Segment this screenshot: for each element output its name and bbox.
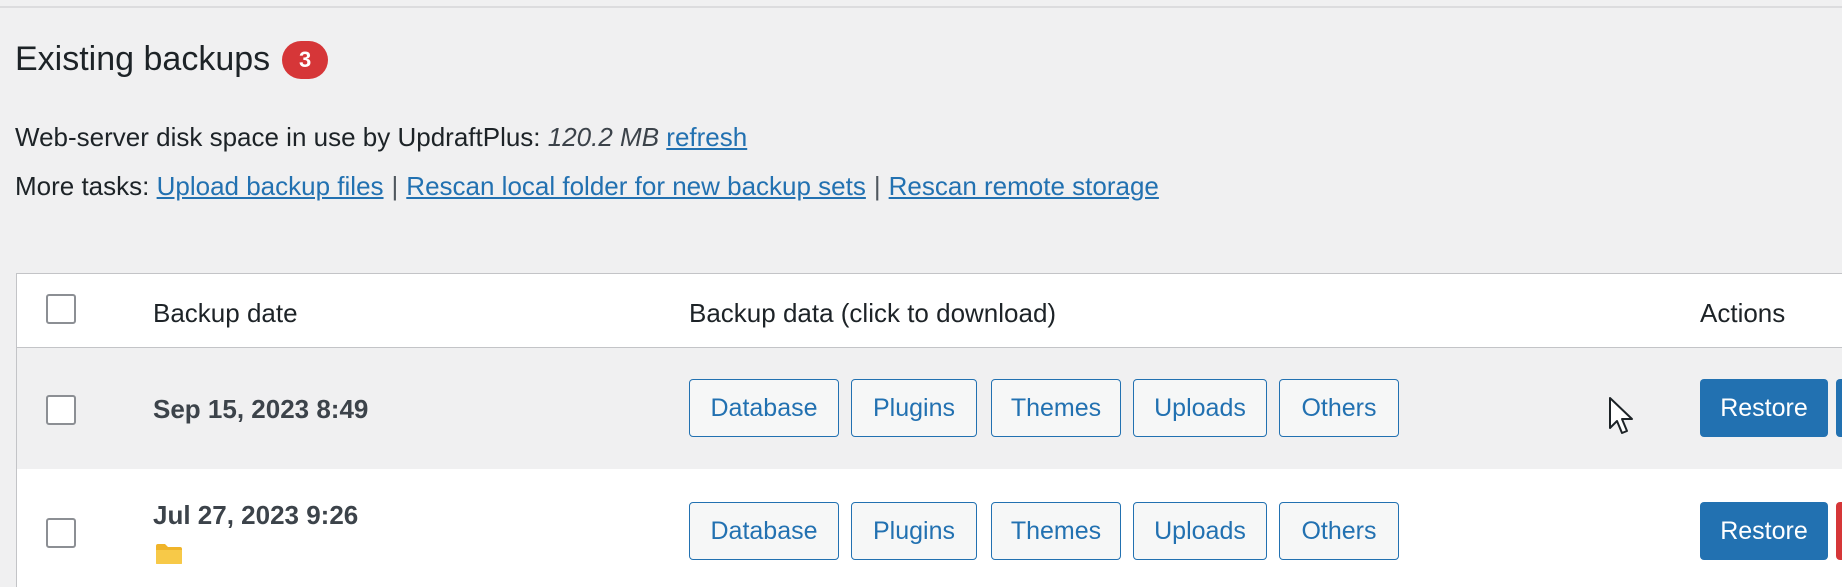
download-themes-button[interactable]: Themes <box>991 379 1121 437</box>
download-database-button[interactable]: Database <box>689 379 839 437</box>
backup-date: Sep 15, 2023 8:49 <box>153 394 369 424</box>
table-row: Sep 15, 2023 8:49 Database Plugins Theme… <box>17 348 1842 469</box>
download-plugins-button[interactable]: Plugins <box>851 502 977 560</box>
refresh-link[interactable]: refresh <box>666 122 747 152</box>
section-heading: Existing backups 3 <box>15 40 329 79</box>
row-checkbox[interactable] <box>46 395 76 425</box>
link-separator: | <box>873 171 881 201</box>
select-all-checkbox[interactable] <box>46 294 76 324</box>
delete-button[interactable] <box>1836 502 1842 560</box>
link-separator: | <box>391 171 399 201</box>
more-tasks-label: More tasks: <box>15 171 150 201</box>
download-uploads-button[interactable]: Uploads <box>1133 379 1267 437</box>
download-themes-button[interactable]: Themes <box>991 502 1121 560</box>
disk-usage-line: Web-server disk space in use by UpdraftP… <box>15 122 747 153</box>
download-others-button[interactable]: Others <box>1279 502 1399 560</box>
folder-icon[interactable] <box>155 543 183 565</box>
delete-button[interactable] <box>1836 379 1842 437</box>
restore-button[interactable]: Restore <box>1700 502 1828 560</box>
download-others-button[interactable]: Others <box>1279 379 1399 437</box>
rescan-remote-storage-link[interactable]: Rescan remote storage <box>889 171 1159 201</box>
upload-backup-files-link[interactable]: Upload backup files <box>157 171 384 201</box>
column-header-data: Backup data (click to download) <box>689 298 1057 328</box>
table-row: Jul 27, 2023 9:26 Database Plugins Theme… <box>17 469 1842 587</box>
column-header-date: Backup date <box>153 298 298 328</box>
rescan-local-folder-link[interactable]: Rescan local folder for new backup sets <box>406 171 866 201</box>
backup-count-badge: 3 <box>282 40 329 79</box>
more-tasks-line: More tasks: Upload backup files | Rescan l… <box>15 171 1159 202</box>
download-plugins-button[interactable]: Plugins <box>851 379 977 437</box>
page-title: Existing backups <box>15 40 271 78</box>
disk-usage-label: Web-server disk space in use by UpdraftP… <box>15 122 541 152</box>
mouse-pointer-icon <box>1609 397 1633 434</box>
row-checkbox[interactable] <box>46 518 76 548</box>
download-uploads-button[interactable]: Uploads <box>1133 502 1267 560</box>
restore-button[interactable]: Restore <box>1700 379 1828 437</box>
top-divider <box>0 6 1842 8</box>
column-header-actions: Actions <box>1700 298 1786 328</box>
download-database-button[interactable]: Database <box>689 502 839 560</box>
table-header-row: Backup date Backup data (click to downlo… <box>17 274 1842 348</box>
backups-table: Backup date Backup data (click to downlo… <box>16 273 1842 587</box>
backup-date: Jul 27, 2023 9:26 <box>153 500 359 530</box>
disk-usage-value: 120.2 MB <box>547 122 660 152</box>
